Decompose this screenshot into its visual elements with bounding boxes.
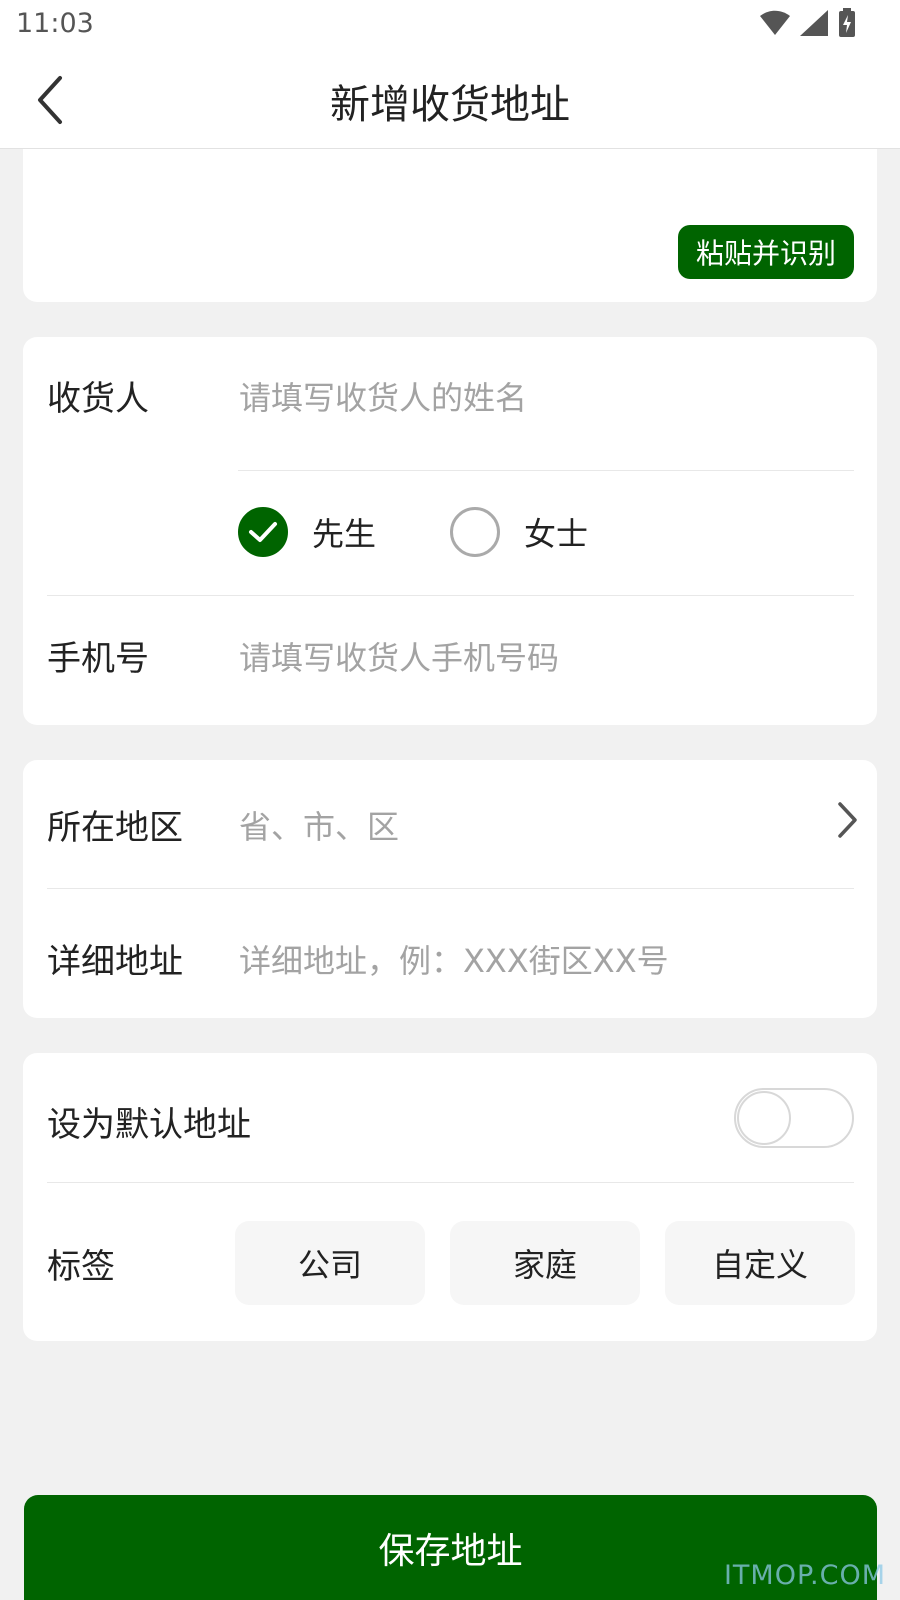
phone-label: 手机号 <box>47 639 149 679</box>
detail-address-input[interactable]: 详细地址，例：XXX街区XX号 <box>239 936 839 982</box>
tags-label: 标签 <box>47 1247 115 1287</box>
settings-card: 设为默认地址 标签 公司 家庭 自定义 <box>23 1053 877 1341</box>
default-address-label: 设为默认地址 <box>47 1105 251 1145</box>
address-card: 所在地区 省、市、区 详细地址 详细地址，例：XXX街区XX号 <box>23 760 877 1018</box>
toggle-knob <box>737 1091 791 1145</box>
tag-custom-button[interactable]: 自定义 <box>665 1221 855 1305</box>
gender-option-ms[interactable]: 女士 <box>450 507 588 557</box>
signal-icon <box>800 10 828 36</box>
recipient-card: 收货人 请填写收货人的姓名 先生 女士 手机号 请填写收货人手机号码 <box>23 337 877 725</box>
gender-option-mr[interactable]: 先生 <box>238 507 376 557</box>
radio-unchecked-icon <box>450 507 501 557</box>
smart-paste-card: 粘贴并识别 <box>23 149 877 302</box>
phone-input[interactable]: 请填写收货人手机号码 <box>239 633 839 679</box>
paste-recognize-button[interactable]: 粘贴并识别 <box>678 225 854 279</box>
region-label: 所在地区 <box>47 808 183 848</box>
status-bar: 11:03 <box>0 0 900 52</box>
watermark: ITMOP.COM <box>723 1560 886 1591</box>
tag-company-button[interactable]: 公司 <box>235 1221 425 1305</box>
status-time: 11:03 <box>16 8 94 39</box>
wifi-icon <box>760 10 790 35</box>
check-icon <box>249 522 277 542</box>
tag-home-button[interactable]: 家庭 <box>450 1221 640 1305</box>
divider <box>47 888 854 889</box>
page-title: 新增收货地址 <box>330 82 570 128</box>
radio-checked-icon <box>238 507 288 557</box>
status-icons <box>760 8 856 38</box>
divider <box>47 595 854 596</box>
recipient-label: 收货人 <box>47 379 149 419</box>
default-address-toggle[interactable] <box>734 1088 854 1148</box>
region-selector[interactable]: 省、市、区 <box>239 802 799 848</box>
divider <box>47 1182 854 1183</box>
top-bar: 新增收货地址 <box>0 52 900 149</box>
battery-icon <box>839 8 855 37</box>
detail-address-label: 详细地址 <box>47 942 183 982</box>
recipient-name-input[interactable]: 请填写收货人的姓名 <box>239 373 839 419</box>
gender-radio-group: 先生 女士 <box>238 502 588 562</box>
chevron-right-icon[interactable] <box>831 798 863 842</box>
gender-label-mr: 先生 <box>312 515 377 553</box>
divider <box>238 470 854 471</box>
gender-label-ms: 女士 <box>524 515 589 553</box>
